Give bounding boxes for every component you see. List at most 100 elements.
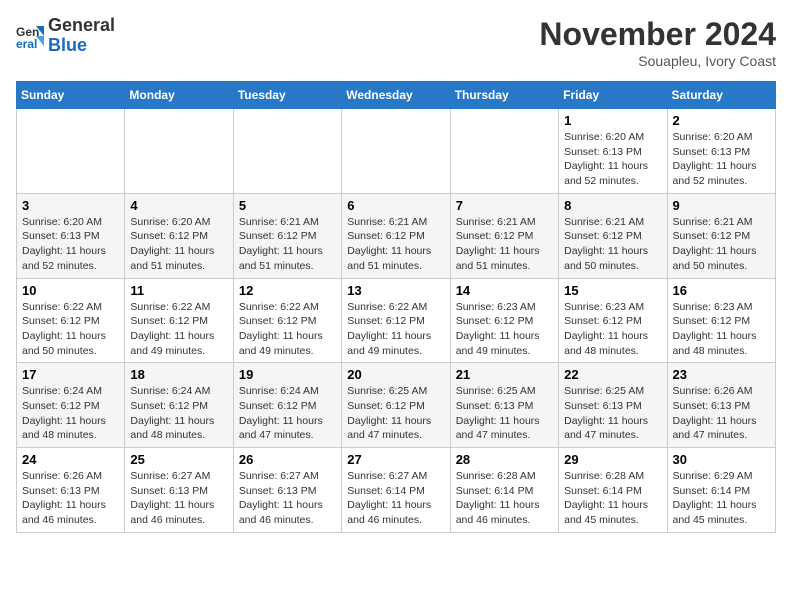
day-number: 28 — [456, 452, 553, 467]
weekday-header: Wednesday — [342, 82, 450, 109]
day-number: 18 — [130, 367, 227, 382]
day-number: 6 — [347, 198, 444, 213]
day-info: Sunrise: 6:23 AMSunset: 6:12 PMDaylight:… — [564, 300, 661, 359]
day-info: Sunrise: 6:27 AMSunset: 6:13 PMDaylight:… — [239, 469, 336, 528]
day-info: Sunrise: 6:21 AMSunset: 6:12 PMDaylight:… — [347, 215, 444, 274]
calendar-cell: 1 Sunrise: 6:20 AMSunset: 6:13 PMDaylight… — [559, 109, 667, 194]
day-number: 1 — [564, 113, 661, 128]
logo-text: General Blue — [48, 16, 115, 56]
calendar-cell — [450, 109, 558, 194]
day-number: 3 — [22, 198, 119, 213]
calendar-cell: 14 Sunrise: 6:23 AMSunset: 6:12 PMDayligh… — [450, 278, 558, 363]
calendar-table: SundayMondayTuesdayWednesdayThursdayFrid… — [16, 81, 776, 533]
calendar-week-row: 1 Sunrise: 6:20 AMSunset: 6:13 PMDaylight… — [17, 109, 776, 194]
month-title: November 2024 — [539, 16, 776, 53]
weekday-header: Monday — [125, 82, 233, 109]
calendar-cell: 21Sunrise: 6:25 AMSunset: 6:13 PMDayligh… — [450, 363, 558, 448]
calendar-cell: 23 Sunrise: 6:26 AMSunset: 6:13 PMDayligh… — [667, 363, 775, 448]
calendar-week-row: 3 Sunrise: 6:20 AMSunset: 6:13 PMDaylight… — [17, 193, 776, 278]
calendar-cell: 7 Sunrise: 6:21 AMSunset: 6:12 PMDaylight… — [450, 193, 558, 278]
day-info: Sunrise: 6:22 AMSunset: 6:12 PMDaylight:… — [130, 300, 227, 359]
calendar-cell — [17, 109, 125, 194]
svg-text:eral: eral — [16, 37, 37, 50]
logo-icon: Gen eral — [16, 22, 44, 50]
day-info: Sunrise: 6:20 AMSunset: 6:12 PMDaylight:… — [130, 215, 227, 274]
calendar-cell — [125, 109, 233, 194]
day-info: Sunrise: 6:25 AMSunset: 6:13 PMDaylight:… — [564, 384, 661, 443]
day-number: 15 — [564, 283, 661, 298]
day-info: Sunrise: 6:24 AMSunset: 6:12 PMDaylight:… — [239, 384, 336, 443]
calendar-cell: 27 Sunrise: 6:27 AMSunset: 6:14 PMDayligh… — [342, 448, 450, 533]
logo-blue: Blue — [48, 35, 87, 55]
day-number: 27 — [347, 452, 444, 467]
calendar-cell: 22Sunrise: 6:25 AMSunset: 6:13 PMDayligh… — [559, 363, 667, 448]
calendar-cell: 28Sunrise: 6:28 AMSunset: 6:14 PMDayligh… — [450, 448, 558, 533]
day-number: 14 — [456, 283, 553, 298]
day-number: 17 — [22, 367, 119, 382]
calendar-cell: 9 Sunrise: 6:21 AMSunset: 6:12 PMDaylight… — [667, 193, 775, 278]
day-info: Sunrise: 6:22 AMSunset: 6:12 PMDaylight:… — [239, 300, 336, 359]
day-number: 13 — [347, 283, 444, 298]
day-info: Sunrise: 6:21 AMSunset: 6:12 PMDaylight:… — [239, 215, 336, 274]
calendar-cell: 15 Sunrise: 6:23 AMSunset: 6:12 PMDayligh… — [559, 278, 667, 363]
day-number: 26 — [239, 452, 336, 467]
day-number: 4 — [130, 198, 227, 213]
day-number: 21 — [456, 367, 553, 382]
day-number: 9 — [673, 198, 770, 213]
day-number: 12 — [239, 283, 336, 298]
weekday-header: Tuesday — [233, 82, 341, 109]
calendar-cell: 4 Sunrise: 6:20 AMSunset: 6:12 PMDaylight… — [125, 193, 233, 278]
day-info: Sunrise: 6:21 AMSunset: 6:12 PMDaylight:… — [456, 215, 553, 274]
day-number: 7 — [456, 198, 553, 213]
calendar-cell: 6 Sunrise: 6:21 AMSunset: 6:12 PMDaylight… — [342, 193, 450, 278]
day-number: 23 — [673, 367, 770, 382]
calendar-cell: 26 Sunrise: 6:27 AMSunset: 6:13 PMDayligh… — [233, 448, 341, 533]
day-number: 29 — [564, 452, 661, 467]
calendar-cell: 18Sunrise: 6:24 AMSunset: 6:12 PMDayligh… — [125, 363, 233, 448]
calendar-week-row: 17 Sunrise: 6:24 AMSunset: 6:12 PMDayligh… — [17, 363, 776, 448]
day-info: Sunrise: 6:24 AMSunset: 6:12 PMDaylight:… — [22, 384, 119, 443]
day-info: Sunrise: 6:23 AMSunset: 6:12 PMDaylight:… — [673, 300, 770, 359]
calendar-cell: 30 Sunrise: 6:29 AMSunset: 6:14 PMDayligh… — [667, 448, 775, 533]
calendar-week-row: 10Sunrise: 6:22 AMSunset: 6:12 PMDayligh… — [17, 278, 776, 363]
day-number: 5 — [239, 198, 336, 213]
title-section: November 2024 Souapleu, Ivory Coast — [539, 16, 776, 69]
day-number: 24 — [22, 452, 119, 467]
calendar-cell: 25Sunrise: 6:27 AMSunset: 6:13 PMDayligh… — [125, 448, 233, 533]
day-info: Sunrise: 6:27 AMSunset: 6:14 PMDaylight:… — [347, 469, 444, 528]
calendar-cell: 3 Sunrise: 6:20 AMSunset: 6:13 PMDaylight… — [17, 193, 125, 278]
calendar-cell: 16 Sunrise: 6:23 AMSunset: 6:12 PMDayligh… — [667, 278, 775, 363]
day-number: 11 — [130, 283, 227, 298]
day-info: Sunrise: 6:21 AMSunset: 6:12 PMDaylight:… — [673, 215, 770, 274]
day-number: 30 — [673, 452, 770, 467]
day-info: Sunrise: 6:25 AMSunset: 6:12 PMDaylight:… — [347, 384, 444, 443]
day-number: 2 — [673, 113, 770, 128]
weekday-header-row: SundayMondayTuesdayWednesdayThursdayFrid… — [17, 82, 776, 109]
day-info: Sunrise: 6:20 AMSunset: 6:13 PMDaylight:… — [673, 130, 770, 189]
day-number: 25 — [130, 452, 227, 467]
calendar-cell — [233, 109, 341, 194]
day-info: Sunrise: 6:23 AMSunset: 6:12 PMDaylight:… — [456, 300, 553, 359]
calendar-cell: 19 Sunrise: 6:24 AMSunset: 6:12 PMDayligh… — [233, 363, 341, 448]
calendar-cell: 29 Sunrise: 6:28 AMSunset: 6:14 PMDayligh… — [559, 448, 667, 533]
day-info: Sunrise: 6:28 AMSunset: 6:14 PMDaylight:… — [564, 469, 661, 528]
day-info: Sunrise: 6:20 AMSunset: 6:13 PMDaylight:… — [564, 130, 661, 189]
calendar-cell: 2 Sunrise: 6:20 AMSunset: 6:13 PMDaylight… — [667, 109, 775, 194]
calendar-week-row: 24Sunrise: 6:26 AMSunset: 6:13 PMDayligh… — [17, 448, 776, 533]
location-subtitle: Souapleu, Ivory Coast — [539, 53, 776, 69]
day-info: Sunrise: 6:26 AMSunset: 6:13 PMDaylight:… — [673, 384, 770, 443]
day-number: 16 — [673, 283, 770, 298]
logo: Gen eral General Blue — [16, 16, 115, 56]
weekday-header: Saturday — [667, 82, 775, 109]
weekday-header: Thursday — [450, 82, 558, 109]
weekday-header: Sunday — [17, 82, 125, 109]
calendar-cell: 17 Sunrise: 6:24 AMSunset: 6:12 PMDayligh… — [17, 363, 125, 448]
page-header: Gen eral General Blue November 2024 Soua… — [16, 16, 776, 69]
calendar-cell: 8Sunrise: 6:21 AMSunset: 6:12 PMDaylight… — [559, 193, 667, 278]
calendar-cell: 12 Sunrise: 6:22 AMSunset: 6:12 PMDayligh… — [233, 278, 341, 363]
day-number: 19 — [239, 367, 336, 382]
day-info: Sunrise: 6:29 AMSunset: 6:14 PMDaylight:… — [673, 469, 770, 528]
day-info: Sunrise: 6:20 AMSunset: 6:13 PMDaylight:… — [22, 215, 119, 274]
day-number: 20 — [347, 367, 444, 382]
calendar-cell: 5 Sunrise: 6:21 AMSunset: 6:12 PMDaylight… — [233, 193, 341, 278]
